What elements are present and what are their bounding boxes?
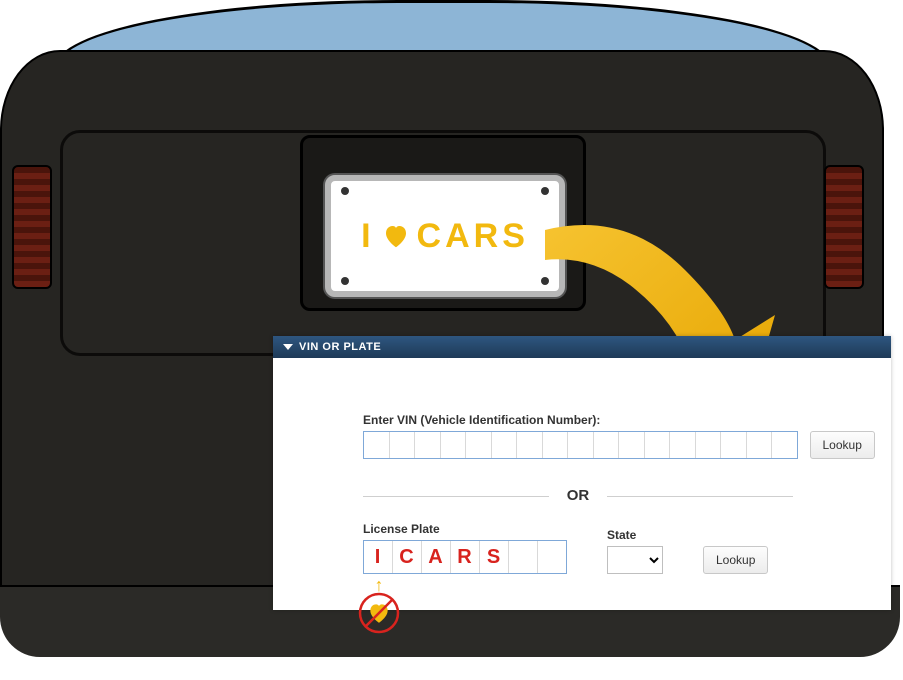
vin-cell[interactable] (466, 432, 492, 458)
plate-cell[interactable]: C (393, 541, 422, 573)
panel-header[interactable]: VIN OR PLATE (273, 336, 891, 358)
plate-cell[interactable] (509, 541, 538, 573)
vin-cell[interactable] (543, 432, 569, 458)
vin-cell[interactable] (721, 432, 747, 458)
vin-cell[interactable] (670, 432, 696, 458)
plate-cell[interactable]: R (451, 541, 480, 573)
vin-cell[interactable] (696, 432, 722, 458)
no-heart-icon (358, 592, 400, 634)
vin-cell[interactable] (364, 432, 390, 458)
vin-cell[interactable] (747, 432, 773, 458)
license-plate-field: License Plate ICARS (363, 522, 567, 574)
vin-cell[interactable] (568, 432, 594, 458)
vin-input[interactable] (363, 431, 798, 459)
license-plate-label: License Plate (363, 522, 567, 536)
vin-cell[interactable] (594, 432, 620, 458)
license-plate: I CARS (325, 175, 565, 297)
vin-cell[interactable] (415, 432, 441, 458)
vin-cell[interactable] (517, 432, 543, 458)
plate-suffix: CARS (417, 217, 529, 256)
plate-screw (341, 277, 349, 285)
or-label: OR (549, 487, 608, 504)
vin-cell[interactable] (492, 432, 518, 458)
vin-cell[interactable] (645, 432, 671, 458)
heart-icon (381, 221, 411, 251)
vin-or-plate-panel: VIN OR PLATE Enter VIN (Vehicle Identifi… (273, 336, 891, 610)
vin-label: Enter VIN (Vehicle Identification Number… (363, 413, 859, 427)
vin-field: Enter VIN (Vehicle Identification Number… (363, 413, 859, 465)
state-select[interactable] (607, 546, 663, 574)
plate-prefix: I (361, 217, 374, 256)
vin-cell[interactable] (772, 432, 798, 458)
plate-screw (541, 187, 549, 195)
plate-lookup-button[interactable]: Lookup (703, 546, 768, 574)
taillight-left (12, 165, 52, 289)
license-plate-input[interactable]: ICARS (363, 540, 567, 574)
vin-cell[interactable] (619, 432, 645, 458)
plate-cell[interactable]: I (364, 541, 393, 573)
panel-title: VIN OR PLATE (299, 341, 381, 353)
vin-lookup-button[interactable]: Lookup (810, 431, 875, 459)
vin-cell[interactable] (390, 432, 416, 458)
plate-cell[interactable]: S (480, 541, 509, 573)
plate-screw (341, 187, 349, 195)
taillight-right (824, 165, 864, 289)
state-label: State (607, 528, 663, 542)
plate-screw (541, 277, 549, 285)
panel-body: Enter VIN (Vehicle Identification Number… (273, 358, 891, 610)
omit-symbol-annotation: ↑ (358, 576, 400, 634)
caret-down-icon (283, 344, 293, 350)
or-divider: OR (363, 487, 793, 504)
state-field: State (607, 528, 663, 574)
plate-cell[interactable]: A (422, 541, 451, 573)
plate-lookup-wrap: . Lookup (703, 528, 768, 574)
plate-state-row: License Plate ICARS State . Lookup (363, 522, 859, 574)
vin-cell[interactable] (441, 432, 467, 458)
plate-cell[interactable] (538, 541, 567, 573)
